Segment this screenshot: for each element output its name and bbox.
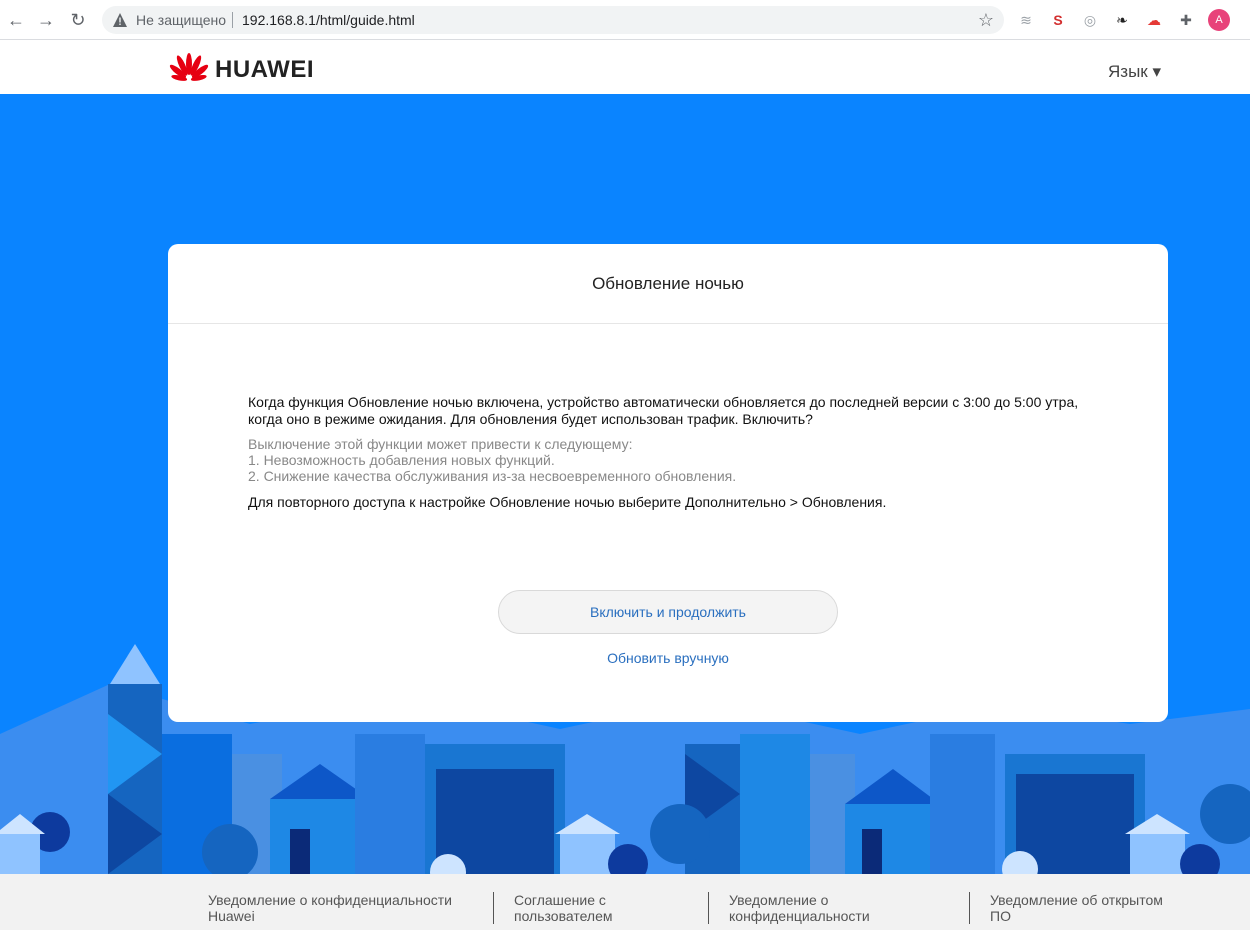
settings-hint: Для повторного доступа к настройке Обнов… [248, 494, 887, 510]
address-separator [232, 12, 233, 28]
title-divider [168, 323, 1168, 324]
footer-divider [708, 892, 709, 924]
layers-extension-icon[interactable]: ≋ [1016, 10, 1036, 30]
cloud-extension-icon[interactable]: ☁ [1144, 10, 1164, 30]
description-text: Когда функция Обновление ночью включена,… [248, 394, 1079, 427]
dialog-title: Обновление ночью [592, 274, 744, 293]
huawei-flower-icon [169, 53, 209, 81]
consequences-heading: Выключение этой функции может привести к… [248, 436, 633, 452]
update-manually-link: Обновить вручную [168, 650, 1168, 666]
footer-divider [493, 892, 494, 924]
update-manually-label[interactable]: Обновить вручную [607, 650, 729, 666]
profile-avatar[interactable]: A [1208, 9, 1230, 31]
consequence-item: 2. Снижение качества обслуживания из-за … [248, 468, 737, 484]
seo-extension-icon[interactable]: S [1048, 10, 1068, 30]
url-text[interactable]: 192.168.8.1/html/guide.html [242, 12, 415, 28]
consequences-list: Выключение этой функции может привести к… [248, 436, 1098, 484]
site-header: HUAWEI Язык ▾ [0, 40, 1250, 94]
compass-extension-icon[interactable]: ◎ [1080, 10, 1100, 30]
warning-icon[interactable] [112, 12, 128, 28]
consequence-item: 1. Невозможность добавления новых функци… [248, 452, 555, 468]
not-secure-label: Не защищено [136, 12, 226, 28]
puzzle-extensions-icon[interactable]: ✚ [1176, 10, 1196, 30]
back-icon[interactable]: ← [4, 8, 28, 32]
brand-name: HUAWEI [215, 56, 314, 83]
night-update-dialog: Обновление ночью Когда функция Обновлени… [168, 244, 1168, 722]
footer-divider [969, 892, 970, 924]
bookmark-star-icon[interactable]: ☆ [978, 10, 994, 31]
address-bar[interactable]: Не защищено 192.168.8.1/html/guide.html … [102, 6, 1004, 34]
footer-link-huawei-privacy[interactable]: Уведомление о конфиденциальности Huawei [208, 892, 478, 924]
browser-toolbar: ← → ↻ Не защищено 192.168.8.1/html/guide… [0, 0, 1250, 40]
leaf-extension-icon[interactable]: ❧ [1112, 10, 1132, 30]
enable-and-continue-button[interactable]: Включить и продолжить [498, 590, 838, 634]
footer-link-privacy-notice[interactable]: Уведомление о конфиденциальности [729, 892, 889, 924]
reload-icon[interactable]: ↻ [66, 8, 90, 32]
footer-link-open-source[interactable]: Уведомление об открытом ПО [990, 892, 1180, 924]
site-footer: Уведомление о конфиденциальности Huawei … [0, 874, 1250, 930]
language-dropdown[interactable]: Язык ▾ [1108, 62, 1161, 82]
footer-link-user-agreement[interactable]: Соглашение с пользователем [514, 892, 654, 924]
forward-icon[interactable]: → [34, 8, 58, 32]
huawei-logo[interactable]: HUAWEI [167, 52, 317, 84]
